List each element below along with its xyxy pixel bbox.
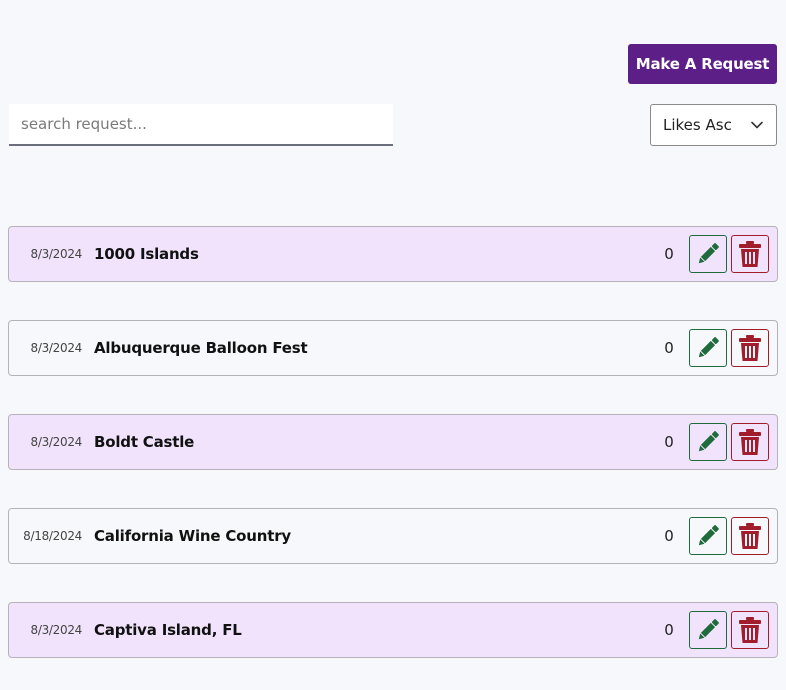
request-row: 8/18/2024 California Wine Country 0	[8, 508, 778, 564]
request-row: 8/3/2024 Albuquerque Balloon Fest 0	[8, 320, 778, 376]
request-row: 8/3/2024 Captiva Island, FL 0	[8, 602, 778, 658]
trash-icon	[739, 617, 761, 643]
request-title: Boldt Castle	[94, 433, 195, 451]
edit-button[interactable]	[689, 329, 727, 367]
sort-select[interactable]: Likes Asc	[650, 104, 777, 146]
request-title: Captiva Island, FL	[94, 621, 242, 639]
likes-count: 0	[664, 339, 674, 357]
request-date: 8/18/2024	[23, 529, 82, 543]
request-page: Make A Request Likes Asc 8/3/2024 1000 I…	[0, 0, 786, 690]
likes-count: 0	[664, 245, 674, 263]
pencil-icon	[698, 619, 719, 640]
sort-selected-value: Likes Asc	[663, 116, 732, 134]
likes-count: 0	[664, 527, 674, 545]
likes-count: 0	[664, 621, 674, 639]
request-row: 8/3/2024 Boldt Castle 0	[8, 414, 778, 470]
request-title: 1000 Islands	[94, 245, 199, 263]
edit-button[interactable]	[689, 611, 727, 649]
delete-button[interactable]	[731, 235, 769, 273]
request-date: 8/3/2024	[30, 341, 83, 355]
chevron-down-icon	[750, 118, 764, 132]
delete-button[interactable]	[731, 611, 769, 649]
pencil-icon	[698, 431, 719, 452]
make-request-button[interactable]: Make A Request	[628, 44, 777, 84]
request-date: 8/3/2024	[30, 247, 83, 261]
trash-icon	[739, 241, 761, 267]
pencil-icon	[698, 525, 719, 546]
delete-button[interactable]	[731, 517, 769, 555]
delete-button[interactable]	[731, 329, 769, 367]
likes-count: 0	[664, 433, 674, 451]
request-date: 8/3/2024	[30, 435, 83, 449]
request-title: California Wine Country	[94, 527, 291, 545]
edit-button[interactable]	[689, 423, 727, 461]
request-title: Albuquerque Balloon Fest	[94, 339, 308, 357]
request-date: 8/3/2024	[30, 623, 83, 637]
search-field	[9, 104, 393, 146]
request-row: 8/3/2024 1000 Islands 0	[8, 226, 778, 282]
pencil-icon	[698, 243, 719, 264]
edit-button[interactable]	[689, 517, 727, 555]
search-input[interactable]	[9, 104, 393, 144]
edit-button[interactable]	[689, 235, 727, 273]
trash-icon	[739, 335, 761, 361]
delete-button[interactable]	[731, 423, 769, 461]
pencil-icon	[698, 337, 719, 358]
trash-icon	[739, 429, 761, 455]
trash-icon	[739, 523, 761, 549]
